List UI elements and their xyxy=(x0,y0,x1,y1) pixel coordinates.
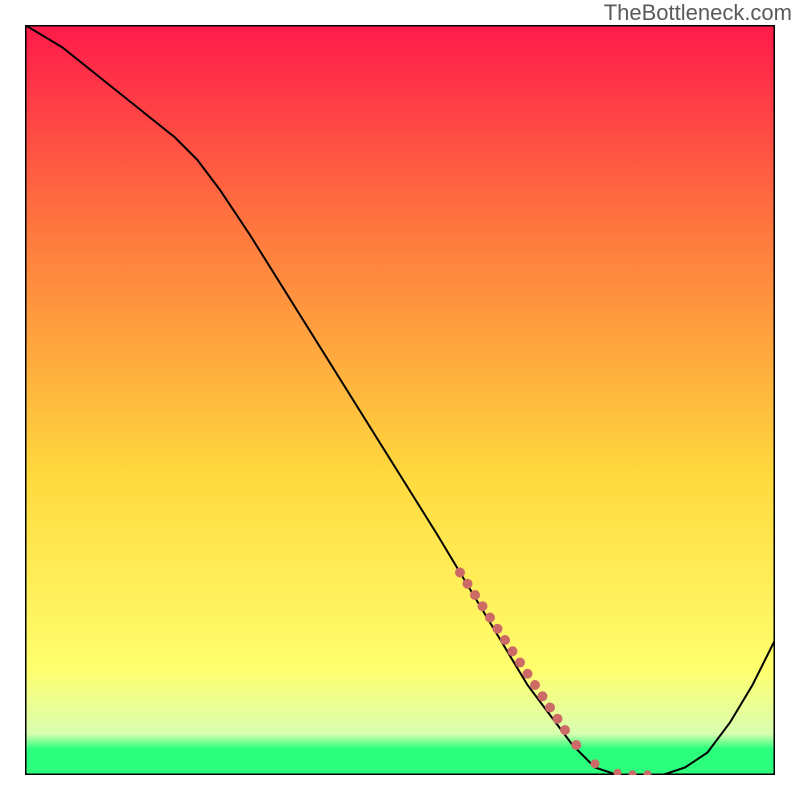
watermark-label: TheBottleneck.com xyxy=(604,0,792,26)
marker-dot xyxy=(515,658,525,668)
marker-dot xyxy=(500,635,510,645)
marker-dot xyxy=(485,613,495,623)
bottleneck-plot xyxy=(25,25,775,775)
marker-dot xyxy=(493,624,503,634)
marker-dot xyxy=(530,680,540,690)
chart-frame: TheBottleneck.com xyxy=(0,0,800,800)
plot-background xyxy=(25,25,775,775)
marker-dot xyxy=(553,714,563,724)
marker-dot xyxy=(508,646,518,656)
marker-dot xyxy=(571,740,581,750)
marker-dot xyxy=(538,691,548,701)
marker-dot xyxy=(455,568,465,578)
marker-dot xyxy=(478,601,488,611)
marker-dot xyxy=(470,590,480,600)
marker-dot xyxy=(545,703,555,713)
marker-dot xyxy=(523,669,533,679)
marker-dot xyxy=(560,725,570,735)
marker-dot xyxy=(463,579,473,589)
marker-dot xyxy=(591,759,600,768)
